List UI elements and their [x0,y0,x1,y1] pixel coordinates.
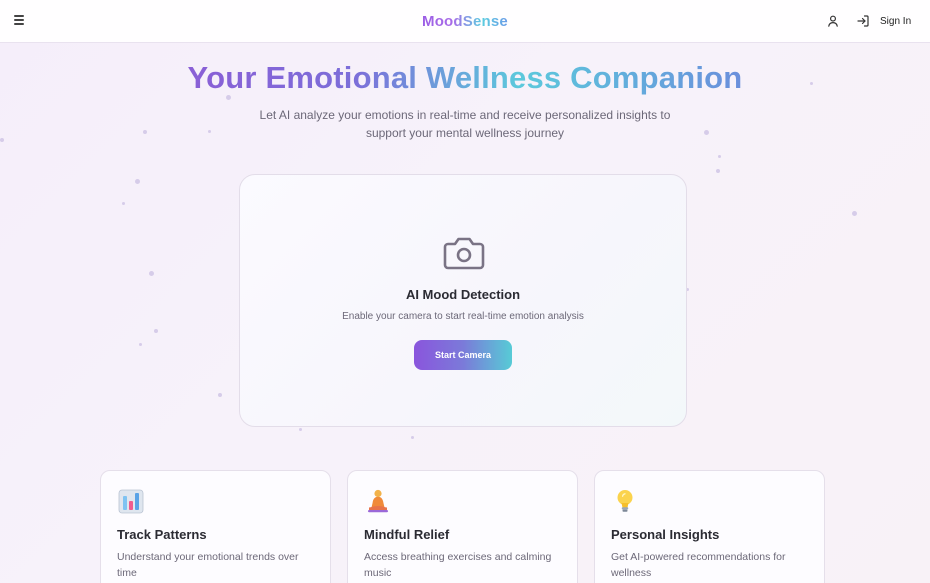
user-icon[interactable] [826,14,840,28]
particle [149,271,154,276]
meditation-icon [368,489,388,513]
particle [716,169,720,173]
particle [154,329,158,333]
particle [718,155,721,158]
particle [0,138,4,142]
mood-detection-card: AI Mood Detection Enable your camera to … [239,174,687,427]
feature-description: Access breathing exercises and calming m… [364,551,552,579]
particle [411,436,414,439]
feature-card-track-patterns[interactable]: Track Patterns Understand your emotional… [100,470,331,583]
particle [299,428,302,431]
particle [208,130,211,133]
brand-logo[interactable]: MoodSense [0,13,930,30]
feature-title: Personal Insights [611,527,720,542]
sign-in-icon [857,15,869,27]
sign-in-button[interactable]: Sign In [856,12,911,30]
brand-name: MoodSense [422,13,508,30]
light-bulb-icon [617,490,633,512]
feature-title: Mindful Relief [364,527,450,542]
feature-card-personal-insights[interactable]: Personal Insights Get AI-powered recomme… [594,470,825,583]
particle [139,343,142,346]
particle [135,179,140,184]
particle [143,130,147,134]
card-title: AI Mood Detection [405,287,521,302]
particle [704,130,709,135]
particle [122,202,125,205]
feature-description: Get AI-powered recommendations for welln… [611,551,786,579]
card-description: Enable your camera to start real-time em… [342,311,584,322]
feature-description: Understand your emotional trends over ti… [117,551,299,579]
bar-chart-icon [118,489,144,514]
camera-icon [443,237,485,270]
particle [852,211,857,216]
particle [218,393,222,397]
sign-in-label: Sign In [880,15,912,27]
feature-card-mindful-relief[interactable]: Mindful Relief Access breathing exercise… [347,470,578,583]
hero-subtitle: Let AI analyze your emotions in real-tim… [259,108,671,140]
top-navigation-bar: MoodSense Sign In [0,0,930,43]
start-camera-button[interactable]: Start Camera [414,340,512,370]
feature-title: Track Patterns [117,527,207,542]
hero-title: Your Emotional Wellness Companion [187,60,743,95]
